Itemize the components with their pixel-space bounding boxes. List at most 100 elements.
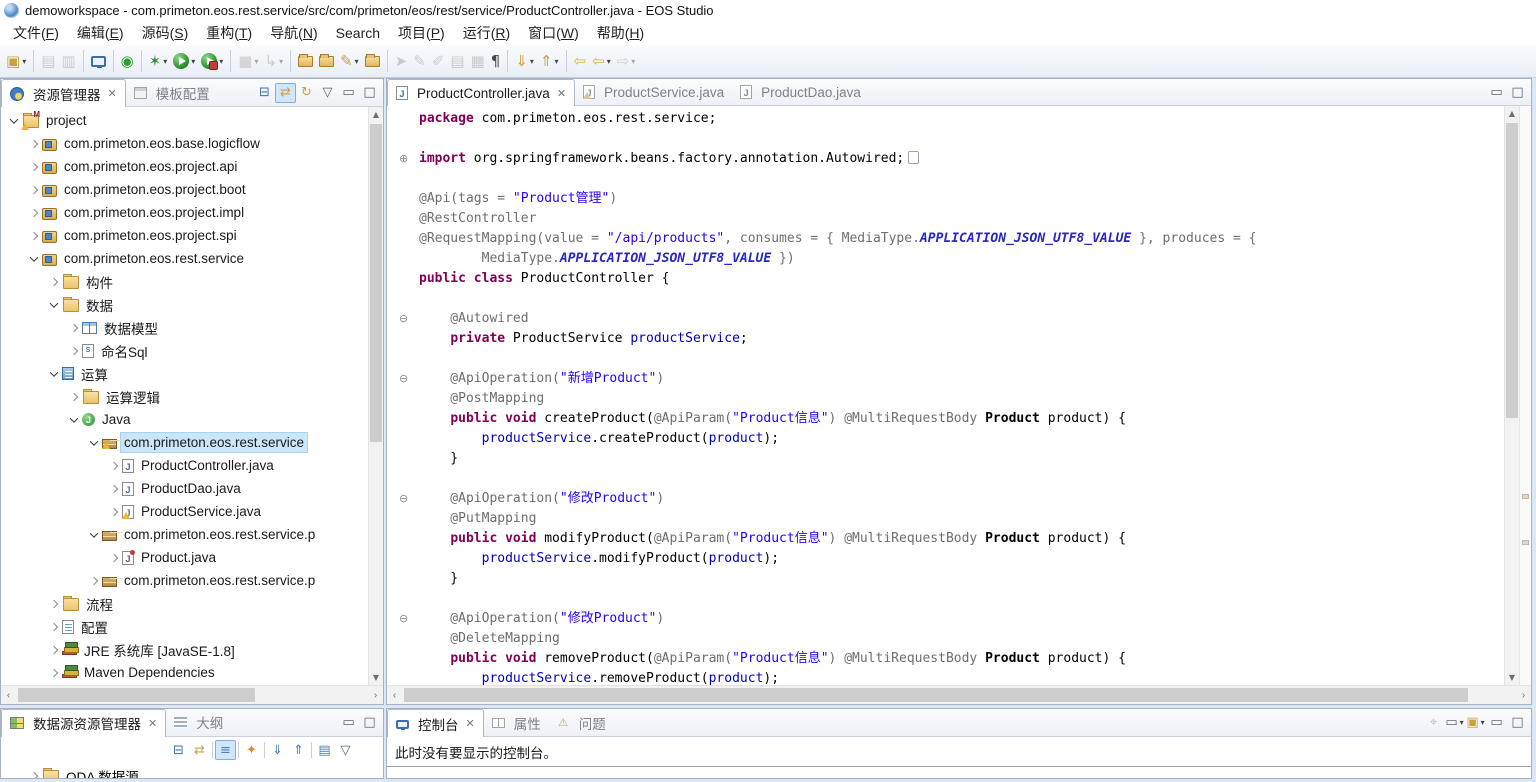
link-with-editor-button[interactable]: ⇄ xyxy=(275,83,296,103)
maximize-button[interactable]: □ xyxy=(359,83,380,103)
search-folder-button[interactable] xyxy=(363,49,382,73)
expander[interactable] xyxy=(105,486,122,492)
expander[interactable] xyxy=(45,624,62,630)
view-tab-数据源资源管理器[interactable]: 数据源资源管理器✕ xyxy=(1,709,166,737)
menu-item-run[interactable]: 运行(R) xyxy=(454,21,519,45)
minimize-button[interactable]: ▭ xyxy=(1486,82,1507,102)
editor-hscroll-thumb[interactable] xyxy=(404,688,1468,702)
show-view-doc-button[interactable]: ▦ xyxy=(469,49,487,73)
tree-item-com-primeton-eos-rest-service[interactable]: com.primeton.eos.rest.service xyxy=(1,247,368,270)
run-config-button[interactable]: ▾ xyxy=(199,49,225,73)
fold-collapse-icon[interactable]: ⊖ xyxy=(387,309,419,329)
expander[interactable] xyxy=(45,279,62,285)
open-resource-button[interactable] xyxy=(317,49,336,73)
code-text[interactable]: package com.primeton.eos.rest.service;⊕i… xyxy=(387,106,1504,685)
open-eos-console-button[interactable] xyxy=(89,49,108,73)
link-with-editor-button[interactable]: ⇄ xyxy=(189,740,210,760)
profile-button[interactable]: ■▾ xyxy=(236,49,260,73)
tree-hscroll-thumb[interactable] xyxy=(18,688,255,702)
tree-item-oda-datasource[interactable]: ODA 数据源 xyxy=(1,764,383,778)
menu-item-file[interactable]: 文件(F) xyxy=(4,21,68,45)
new-wizard-button[interactable]: ▣▾ xyxy=(4,49,28,73)
tree-item-com-primeton-eos-rest-service[interactable]: com.primeton.eos.rest.service xyxy=(1,431,368,454)
menu-item-help[interactable]: 帮助(H) xyxy=(588,21,653,45)
expander[interactable] xyxy=(85,578,102,584)
annotation-mark[interactable] xyxy=(1522,494,1529,499)
tree-item-运算逻辑[interactable]: 运算逻辑 xyxy=(1,385,368,408)
overview-ruler[interactable] xyxy=(1519,106,1531,685)
tree-vertical-scrollbar[interactable]: ▲ ▼ xyxy=(368,107,383,685)
tree-item-com-primeton-eos-project-impl[interactable]: com.primeton.eos.project.impl xyxy=(1,201,368,224)
menu-item-navigate[interactable]: 导航(N) xyxy=(261,21,326,45)
code-editor[interactable]: package com.primeton.eos.rest.service;⊕i… xyxy=(387,106,1531,685)
tree-item-运算[interactable]: 运算 xyxy=(1,362,368,385)
scroll-left-icon[interactable]: ‹ xyxy=(1,686,16,704)
open-console-button[interactable]: ▣▾ xyxy=(1465,713,1486,733)
compare-doc-button[interactable]: ▤ xyxy=(448,49,466,73)
expander[interactable] xyxy=(45,601,62,607)
menu-item-search[interactable]: Search xyxy=(327,23,389,43)
tree-item-com-primeton-eos-project-api[interactable]: com.primeton.eos.project.api xyxy=(1,155,368,178)
last-edit-location-button[interactable]: ⇦ xyxy=(572,49,589,73)
expander[interactable] xyxy=(65,325,82,331)
menu-item-window[interactable]: 窗口(W) xyxy=(519,21,588,45)
scroll-right-icon[interactable]: › xyxy=(368,686,383,704)
import-config-button[interactable]: ⇓ xyxy=(267,740,288,760)
tree-item-productdao-java[interactable]: ProductDao.java xyxy=(1,477,368,500)
expander[interactable] xyxy=(25,141,42,147)
expander[interactable] xyxy=(45,302,62,308)
mark-occurrences-button[interactable]: ➤ xyxy=(393,49,410,73)
expander[interactable] xyxy=(85,532,102,538)
view-tab-资源管理器[interactable]: 资源管理器✕ xyxy=(1,79,126,107)
collapse-all-button[interactable]: ⊟ xyxy=(254,83,275,103)
tree-item-java[interactable]: Java xyxy=(1,408,368,431)
expander[interactable] xyxy=(65,394,82,400)
view-tab-模板配置[interactable]: 模板配置 xyxy=(126,79,218,106)
close-tab-icon[interactable]: ✕ xyxy=(466,717,475,730)
expander[interactable] xyxy=(45,670,62,676)
tree-item-jre-系统库-javase-1-8[interactable]: JRE 系统库 [JavaSE-1.8] xyxy=(1,638,368,661)
expander[interactable] xyxy=(85,440,102,446)
relaunch-button[interactable]: ↳▾ xyxy=(263,49,286,73)
tree-item-com-primeton-eos-project-spi[interactable]: com.primeton.eos.project.spi xyxy=(1,224,368,247)
fold-collapse-icon[interactable]: ⊖ xyxy=(387,369,419,389)
server-start-button[interactable]: ◉ xyxy=(119,49,136,73)
tree-mode-button[interactable]: ≡ xyxy=(215,740,236,760)
expander[interactable] xyxy=(65,348,82,354)
save-all-button[interactable]: ▥ xyxy=(59,49,77,73)
expander[interactable] xyxy=(105,509,122,515)
scroll-right-icon[interactable]: › xyxy=(1516,686,1531,704)
scroll-down-icon[interactable]: ▼ xyxy=(369,670,383,685)
connect-datasource-button[interactable]: ✦ xyxy=(241,740,262,760)
tree-item-配置[interactable]: 配置 xyxy=(1,615,368,638)
expander[interactable] xyxy=(65,417,82,423)
close-tab-icon[interactable]: ✕ xyxy=(108,87,117,100)
close-tab-icon[interactable]: ✕ xyxy=(148,717,157,730)
expander[interactable] xyxy=(105,555,122,561)
expander[interactable] xyxy=(25,773,42,778)
save-config-button[interactable]: ▤ xyxy=(314,740,335,760)
refactor-tool-button[interactable]: ✐ xyxy=(430,49,447,73)
tree-item-命名sql[interactable]: 命名Sql xyxy=(1,339,368,362)
run-button[interactable]: ▾ xyxy=(171,49,197,73)
open-type-button[interactable] xyxy=(296,49,315,73)
save-button[interactable]: ▤ xyxy=(39,49,57,73)
tree-item-productcontroller-java[interactable]: ProductController.java xyxy=(1,454,368,477)
export-config-button[interactable]: ⇑ xyxy=(288,740,309,760)
menu-item-project[interactable]: 项目(P) xyxy=(389,21,454,45)
scroll-up-icon[interactable]: ▲ xyxy=(1505,106,1519,121)
collapse-all-button[interactable]: ⊟ xyxy=(168,740,189,760)
editor-vertical-scrollbar[interactable]: ▲ ▼ xyxy=(1504,106,1519,685)
expander[interactable] xyxy=(25,233,42,239)
maximize-button[interactable]: □ xyxy=(359,712,380,732)
expander[interactable] xyxy=(45,371,62,377)
annotation-mark[interactable] xyxy=(1522,540,1529,545)
expander[interactable] xyxy=(25,187,42,193)
next-annotation-button[interactable]: ⇓▾ xyxy=(513,49,536,73)
view-menu-button[interactable]: ▽ xyxy=(317,83,338,103)
fold-collapse-icon[interactable]: ⊖ xyxy=(387,489,419,509)
tree-item-com-primeton-eos-rest-service-p[interactable]: com.primeton.eos.rest.service.p xyxy=(1,569,368,592)
tree-item-project[interactable]: Mproject xyxy=(1,109,368,132)
tree-vscroll-thumb[interactable] xyxy=(370,124,382,442)
expander[interactable] xyxy=(5,118,22,124)
